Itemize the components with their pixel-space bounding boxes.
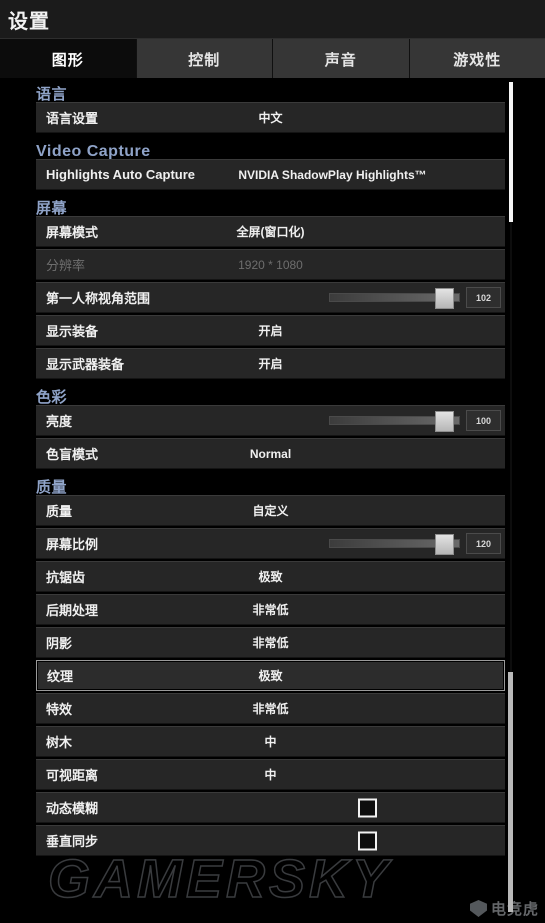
- slider-knob[interactable]: [434, 534, 454, 555]
- setting-label: 屏幕模式: [46, 225, 99, 240]
- brand-label: 电竞虎: [490, 901, 539, 918]
- setting-label: 屏幕比例: [46, 537, 99, 552]
- section-header: 屏幕: [36, 200, 68, 217]
- setting-value: 1920 * 1080: [238, 257, 303, 272]
- setting-row[interactable]: 屏幕比例 120: [36, 528, 505, 559]
- setting-row[interactable]: 色盲模式 Normal: [36, 438, 505, 469]
- slider-knob[interactable]: [434, 288, 454, 309]
- setting-value: 非常低: [252, 603, 289, 617]
- setting-label: Highlights Auto Capture: [46, 167, 196, 182]
- section-header: 色彩: [36, 389, 68, 406]
- setting-value: NVIDIA ShadowPlay Highlights™: [238, 167, 427, 182]
- setting-row[interactable]: 亮度 100: [36, 405, 505, 436]
- tab-label: 声音: [324, 51, 357, 69]
- setting-value: 开启: [258, 324, 283, 338]
- setting-label: 色盲模式: [46, 447, 99, 462]
- setting-label: 抗锯齿: [46, 570, 86, 585]
- setting-label: 质量: [46, 504, 73, 519]
- setting-label: 可视距离: [46, 768, 99, 783]
- section-header: 语言: [36, 86, 68, 103]
- slider-track[interactable]: [329, 288, 460, 309]
- setting-value: 中: [264, 768, 277, 782]
- slider-knob[interactable]: [434, 411, 454, 432]
- slider-control[interactable]: 102: [329, 283, 501, 312]
- setting-row[interactable]: 抗锯齿 极致: [36, 561, 505, 592]
- setting-row[interactable]: 树木 中: [36, 726, 505, 757]
- setting-row[interactable]: 显示武器装备 开启: [36, 348, 505, 379]
- setting-label: 纹理: [47, 669, 74, 684]
- page-title: 设置: [8, 10, 50, 33]
- setting-row[interactable]: 语言设置 中文: [36, 102, 505, 133]
- setting-row[interactable]: Highlights Auto Capture NVIDIA ShadowPlay…: [36, 159, 505, 190]
- setting-value: 中: [264, 735, 277, 749]
- setting-label: 分辨率: [46, 258, 86, 273]
- slider-control[interactable]: 100: [329, 406, 501, 435]
- setting-row[interactable]: 第一人称视角范围 102: [36, 282, 505, 313]
- setting-label: 动态模糊: [46, 801, 99, 816]
- setting-row[interactable]: 可视距离 中: [36, 759, 505, 790]
- setting-label: 显示武器装备: [46, 357, 125, 372]
- tab-2[interactable]: 控制: [136, 39, 273, 79]
- setting-value: 极致: [258, 669, 283, 683]
- setting-row[interactable]: 分辨率 1920 * 1080: [36, 249, 505, 280]
- slider-control[interactable]: 120: [329, 529, 501, 558]
- setting-value: 极致: [258, 570, 283, 584]
- setting-label: 特效: [46, 702, 73, 717]
- setting-label: 显示装备: [46, 324, 99, 339]
- tab-4[interactable]: 游戏性: [409, 39, 545, 79]
- setting-label: 阴影: [46, 636, 73, 651]
- slider-value-box: 102: [466, 287, 501, 308]
- tab-label: 游戏性: [453, 51, 502, 69]
- slider-track[interactable]: [329, 411, 460, 432]
- checkbox-icon[interactable]: [358, 831, 377, 850]
- setting-row[interactable]: 纹理 极致: [36, 660, 505, 691]
- setting-row[interactable]: 质量 自定义: [36, 495, 505, 526]
- setting-value: 中文: [258, 111, 283, 125]
- setting-row[interactable]: 特效 非常低: [36, 693, 505, 724]
- setting-value: 非常低: [252, 636, 289, 650]
- tab-label: 控制: [188, 51, 221, 69]
- setting-label: 第一人称视角范围: [46, 291, 151, 306]
- slider-track[interactable]: [329, 534, 460, 555]
- tab-3[interactable]: 声音: [273, 39, 410, 79]
- setting-label: 后期处理: [46, 603, 99, 618]
- slider-value-box: 100: [466, 410, 501, 431]
- settings-list: 语言 语言设置 中文 Video Capture Highlights Auto Cap…: [0, 78, 510, 858]
- setting-label: 垂直同步: [46, 834, 99, 849]
- setting-row[interactable]: 动态模糊: [36, 792, 505, 823]
- tab-1[interactable]: 图形: [0, 39, 137, 79]
- section-header: 质量: [36, 479, 68, 496]
- setting-label: 树木: [46, 735, 73, 750]
- title-bar: 设置: [0, 0, 545, 38]
- setting-label: 亮度: [46, 414, 73, 429]
- tab-label: 图形: [51, 51, 84, 69]
- setting-row[interactable]: 后期处理 非常低: [36, 594, 505, 625]
- inner-scrollbar-thumb[interactable]: [508, 672, 513, 912]
- shield-icon: [469, 900, 487, 917]
- tab-bar: 图形 控制 声音 游戏性: [0, 38, 545, 79]
- setting-value: Normal: [249, 446, 292, 461]
- section-header: Video Capture: [36, 143, 151, 160]
- setting-label: 语言设置: [46, 111, 99, 126]
- setting-row[interactable]: 阴影 非常低: [36, 627, 505, 658]
- setting-row[interactable]: 垂直同步: [36, 825, 505, 856]
- setting-row[interactable]: 屏幕模式 全屏(窗口化): [36, 216, 505, 247]
- outer-scrollbar-thumb[interactable]: [509, 82, 513, 222]
- setting-value: 自定义: [252, 504, 289, 518]
- settings-scroll-area[interactable]: 语言 语言设置 中文 Video Capture Highlights Auto Cap…: [0, 78, 545, 923]
- slider-value-box: 120: [466, 533, 501, 554]
- checkbox-icon[interactable]: [358, 798, 377, 817]
- setting-row[interactable]: 显示装备 开启: [36, 315, 505, 346]
- brand-watermark: 电竞虎: [469, 898, 539, 919]
- setting-value: 非常低: [252, 702, 289, 716]
- setting-value: 全屏(窗口化): [236, 225, 305, 239]
